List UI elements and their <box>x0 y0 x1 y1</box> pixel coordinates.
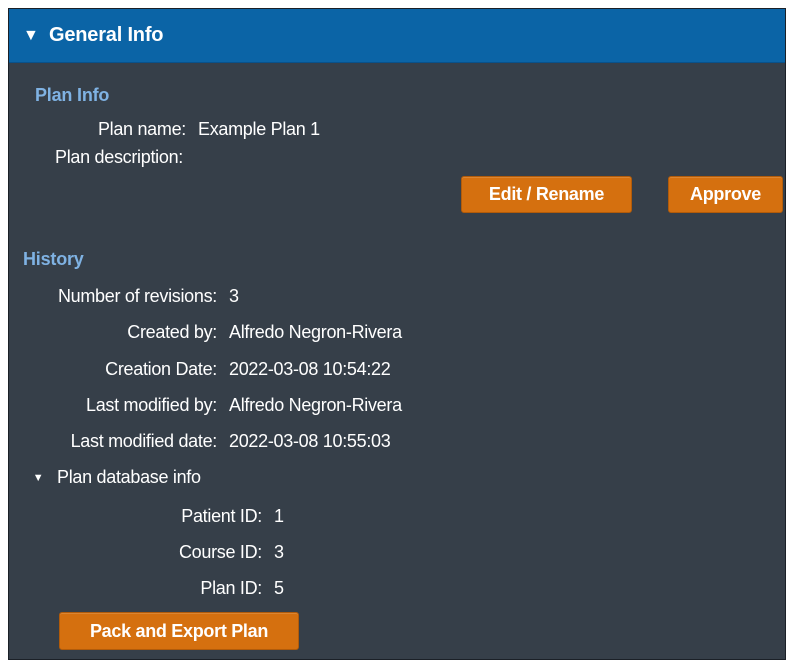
plan-description-label: Plan description: <box>55 147 183 167</box>
last-modified-by-row: Last modified by: Alfredo Negron-Rivera <box>9 395 402 416</box>
created-by-value: Alfredo Negron-Rivera <box>229 322 402 342</box>
course-id-row: Course ID: 3 <box>9 542 284 563</box>
edit-rename-button[interactable]: Edit / Rename <box>461 176 632 213</box>
last-modified-date-value: 2022-03-08 10:55:03 <box>229 431 391 451</box>
pack-and-export-button[interactable]: Pack and Export Plan <box>59 612 299 650</box>
revisions-value: 3 <box>229 286 239 306</box>
created-by-label: Created by: <box>127 322 217 342</box>
creation-date-value: 2022-03-08 10:54:22 <box>229 359 391 379</box>
last-modified-date-label: Last modified date: <box>70 431 218 451</box>
plan-id-label: Plan ID: <box>200 578 262 598</box>
patient-id-value: 1 <box>274 506 284 526</box>
plan-id-row: Plan ID: 5 <box>9 578 284 599</box>
plan-description-row: Plan description: <box>9 147 195 168</box>
history-title: History <box>23 249 84 269</box>
last-modified-by-value: Alfredo Negron-Rivera <box>229 395 402 415</box>
expand-caret-icon[interactable]: ▼ <box>31 472 45 484</box>
plan-database-info-toggle[interactable]: ▼ Plan database info <box>31 467 201 488</box>
plan-name-label: Plan name: <box>97 119 186 139</box>
created-by-row: Created by: Alfredo Negron-Rivera <box>9 322 402 343</box>
plan-name-row: Plan name: Example Plan 1 <box>9 119 320 140</box>
creation-date-label: Creation Date: <box>105 359 217 379</box>
last-modified-date-row: Last modified date: 2022-03-08 10:55:03 <box>9 431 391 452</box>
plan-database-info-label: Plan database info <box>57 467 201 487</box>
patient-id-label: Patient ID: <box>181 506 262 526</box>
creation-date-row: Creation Date: 2022-03-08 10:54:22 <box>9 359 391 380</box>
course-id-value: 3 <box>274 542 284 562</box>
patient-id-row: Patient ID: 1 <box>9 506 284 527</box>
last-modified-by-label: Last modified by: <box>86 395 217 415</box>
collapse-caret-icon[interactable]: ▼ <box>23 27 41 45</box>
revisions-label: Number of revisions: <box>57 286 217 306</box>
revisions-row: Number of revisions: 3 <box>9 286 239 307</box>
course-id-label: Course ID: <box>178 542 262 562</box>
general-info-panel: ▼ General Info Plan Info Plan name: Exam… <box>8 8 786 660</box>
plan-id-value: 5 <box>274 578 284 598</box>
general-info-header[interactable]: ▼ General Info <box>9 9 785 63</box>
plan-name-value: Example Plan 1 <box>198 119 320 139</box>
approve-button[interactable]: Approve <box>668 176 783 213</box>
plan-info-title: Plan Info <box>35 85 110 105</box>
panel-title: General Info <box>49 24 164 46</box>
